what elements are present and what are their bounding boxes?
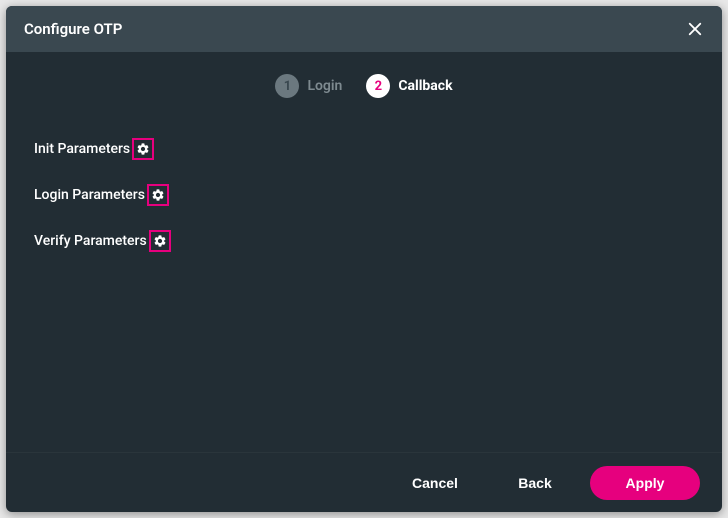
step-number: 2 xyxy=(366,74,390,98)
dialog-title: Configure OTP xyxy=(24,20,122,38)
close-icon xyxy=(686,20,704,38)
verify-parameters-row: Verify Parameters xyxy=(34,230,694,252)
param-label: Init Parameters xyxy=(34,141,130,157)
gear-icon xyxy=(153,234,167,248)
gear-icon xyxy=(136,142,150,156)
dialog-content: Init Parameters Login Parameters Verify … xyxy=(6,110,722,452)
step-label: Login xyxy=(307,78,342,94)
param-label: Login Parameters xyxy=(34,187,145,203)
cancel-button[interactable]: Cancel xyxy=(390,466,480,500)
wizard-stepper: 1 Login 2 Callback xyxy=(6,52,722,110)
dialog-footer: Cancel Back Apply xyxy=(6,452,722,512)
login-parameters-settings-button[interactable] xyxy=(147,184,169,206)
configure-otp-dialog: Configure OTP 1 Login 2 Callback Init Pa… xyxy=(6,6,722,512)
verify-parameters-settings-button[interactable] xyxy=(149,230,171,252)
step-callback[interactable]: 2 Callback xyxy=(366,74,452,98)
step-label: Callback xyxy=(398,78,452,94)
back-button[interactable]: Back xyxy=(490,466,580,500)
login-parameters-row: Login Parameters xyxy=(34,184,694,206)
step-number: 1 xyxy=(275,74,299,98)
gear-icon xyxy=(151,188,165,202)
apply-button[interactable]: Apply xyxy=(590,466,700,500)
init-parameters-settings-button[interactable] xyxy=(132,138,154,160)
close-button[interactable] xyxy=(682,16,708,42)
init-parameters-row: Init Parameters xyxy=(34,138,694,160)
step-login[interactable]: 1 Login xyxy=(275,74,342,98)
param-label: Verify Parameters xyxy=(34,233,147,249)
dialog-header: Configure OTP xyxy=(6,6,722,52)
